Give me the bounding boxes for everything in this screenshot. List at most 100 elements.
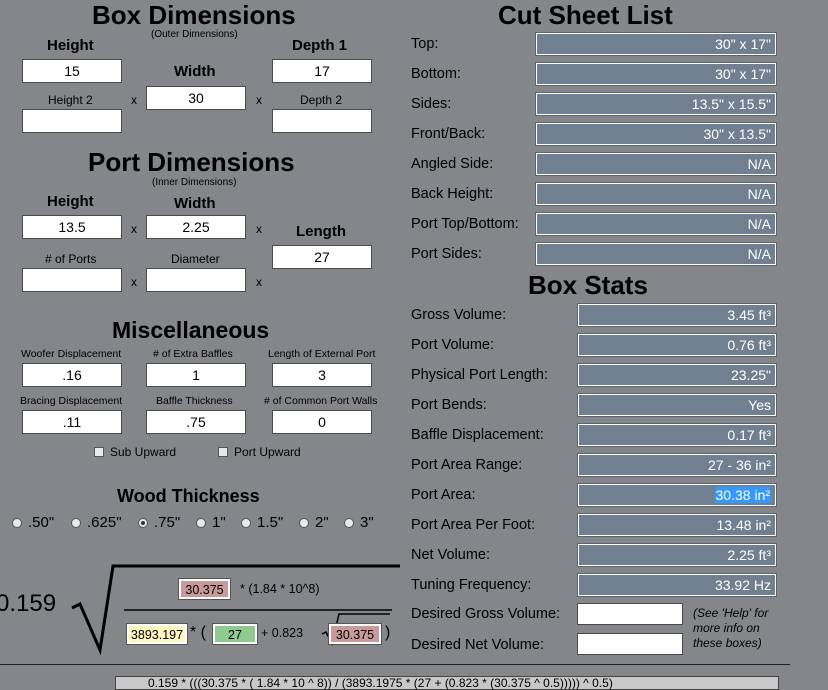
extra-baffles-label: # of Extra Baffles bbox=[153, 348, 233, 360]
box-stat-value[interactable]: Yes bbox=[577, 393, 777, 417]
times-sign: x bbox=[131, 93, 137, 107]
box-stat-value[interactable]: 33.92 Hz bbox=[577, 573, 777, 597]
help-note-line: more info on bbox=[693, 621, 760, 635]
baffle-thickness-input[interactable] bbox=[146, 410, 246, 434]
formula-radical bbox=[71, 564, 400, 656]
extra-baffles-input[interactable] bbox=[146, 363, 246, 387]
box-stat-value[interactable]: 0.17 ft³ bbox=[577, 423, 777, 447]
box-height-label: Height bbox=[47, 37, 94, 54]
cut-sheet-value[interactable]: 30" x 17" bbox=[535, 62, 777, 86]
cut-sheet-label: Back Height: bbox=[411, 186, 494, 202]
formula-open-paren: * ( bbox=[190, 624, 206, 641]
port-dimensions-title: Port Dimensions bbox=[88, 147, 295, 177]
formula-text-output[interactable]: 0.159 * (((30.375 * ( 1.84 * 10 ^ 8)) / … bbox=[115, 676, 779, 690]
wood-option-0625[interactable]: .625" bbox=[71, 514, 122, 531]
cut-sheet-label: Sides: bbox=[411, 96, 452, 112]
box-stat-label: Port Area: bbox=[411, 487, 476, 503]
cut-sheet-value[interactable]: N/A bbox=[535, 182, 777, 206]
common-port-walls-input[interactable] bbox=[272, 410, 372, 434]
cut-sheet-value[interactable]: N/A bbox=[535, 242, 777, 266]
common-port-walls-label: # of Common Port Walls bbox=[264, 395, 378, 407]
wood-option-15[interactable]: 1.5" bbox=[241, 514, 283, 531]
box-stat-value[interactable]: 2.25 ft³ bbox=[577, 543, 777, 567]
radio-icon[interactable] bbox=[241, 517, 251, 528]
woofer-displacement-input[interactable] bbox=[22, 363, 122, 387]
wood-thickness-title: Wood Thickness bbox=[117, 486, 260, 506]
wood-option-label: 2" bbox=[315, 514, 329, 531]
times-sign: x bbox=[256, 275, 262, 289]
port-count-input[interactable] bbox=[22, 268, 122, 292]
port-upward-label: Port Upward bbox=[234, 445, 301, 459]
sub-upward-label: Sub Upward bbox=[110, 445, 177, 459]
cut-sheet-value[interactable]: N/A bbox=[535, 212, 777, 236]
radio-icon[interactable] bbox=[71, 517, 81, 528]
box-height2-input[interactable] bbox=[22, 109, 122, 133]
box-height2-label: Height 2 bbox=[48, 93, 93, 107]
box-stat-value[interactable]: 23.25" bbox=[577, 363, 777, 387]
misc-title: Miscellaneous bbox=[112, 317, 270, 343]
box-stat-label: Port Volume: bbox=[411, 337, 495, 353]
box-stat-label: Port Bends: bbox=[411, 397, 487, 413]
box-depth2-input[interactable] bbox=[272, 109, 372, 133]
port-upward-checkbox[interactable]: Port Upward bbox=[218, 445, 301, 459]
port-dimensions-subtitle: (Inner Dimensions) bbox=[152, 177, 237, 188]
radio-icon[interactable] bbox=[299, 517, 309, 528]
port-height-label: Height bbox=[47, 193, 94, 210]
box-width-input[interactable] bbox=[146, 86, 246, 110]
desired-gross-input[interactable] bbox=[577, 603, 683, 625]
port-width-input[interactable] bbox=[146, 215, 246, 239]
wood-option-050[interactable]: .50" bbox=[12, 514, 54, 531]
wood-option-label: .75" bbox=[154, 514, 181, 531]
cut-sheet-value[interactable]: 30" x 13.5" bbox=[535, 122, 777, 146]
wood-option-2[interactable]: 2" bbox=[299, 514, 329, 531]
wood-option-3[interactable]: 3" bbox=[344, 514, 374, 531]
cut-sheet-label: Angled Side: bbox=[411, 156, 494, 172]
port-width-label: Width bbox=[174, 195, 216, 212]
cut-sheet-label: Bottom: bbox=[411, 66, 461, 82]
port-diameter-label: Diameter bbox=[171, 252, 220, 266]
desired-net-input[interactable] bbox=[577, 633, 683, 655]
box-stat-label: Port Area Per Foot: bbox=[411, 517, 536, 533]
cut-sheet-value[interactable]: 30" x 17" bbox=[535, 32, 777, 56]
box-stat-value[interactable]: 27 - 36 in² bbox=[577, 453, 777, 477]
port-diameter-input[interactable] bbox=[146, 268, 246, 292]
box-stat-value[interactable]: 13.48 in² bbox=[577, 513, 777, 537]
box-stat-label: Gross Volume: bbox=[411, 307, 507, 323]
times-sign: x bbox=[256, 93, 262, 107]
sub-upward-checkbox[interactable]: Sub Upward bbox=[94, 445, 176, 459]
cut-sheet-label: Front/Back: bbox=[411, 126, 486, 142]
checkbox-box[interactable] bbox=[94, 447, 104, 457]
radio-icon[interactable] bbox=[344, 517, 354, 528]
box-stat-value[interactable]: 30.38 in² bbox=[577, 483, 777, 507]
cut-sheet-label: Port Top/Bottom: bbox=[411, 216, 519, 232]
desired-net-label: Desired Net Volume: bbox=[411, 637, 544, 653]
cut-sheet-value[interactable]: 13.5" x 15.5" bbox=[535, 92, 777, 116]
help-note-line: (See 'Help' for bbox=[693, 606, 769, 620]
box-stat-label: Baffle Displacement: bbox=[411, 427, 544, 443]
cut-sheet-value[interactable]: N/A bbox=[535, 152, 777, 176]
port-height-input[interactable] bbox=[22, 215, 122, 239]
box-dimensions-title: Box Dimensions bbox=[92, 0, 296, 30]
port-length-input[interactable] bbox=[272, 245, 372, 269]
wood-option-075[interactable]: .75" bbox=[138, 514, 180, 531]
times-sign: x bbox=[256, 222, 262, 236]
radio-icon[interactable] bbox=[12, 517, 22, 528]
box-stat-value[interactable]: 3.45 ft³ bbox=[577, 303, 777, 327]
box-height-input[interactable] bbox=[22, 59, 122, 83]
cut-sheet-title: Cut Sheet List bbox=[498, 0, 673, 30]
box-depth1-input[interactable] bbox=[272, 59, 372, 83]
bracing-displacement-input[interactable] bbox=[22, 410, 122, 434]
box-depth2-label: Depth 2 bbox=[300, 93, 343, 107]
help-note-line: these boxes) bbox=[693, 636, 762, 650]
external-port-input[interactable] bbox=[272, 363, 372, 387]
wood-option-1[interactable]: 1" bbox=[196, 514, 226, 531]
checkbox-box[interactable] bbox=[218, 447, 228, 457]
radio-selected-icon[interactable] bbox=[138, 517, 148, 528]
port-length-label: Length bbox=[296, 223, 346, 240]
box-stat-value[interactable]: 0.76 ft³ bbox=[577, 333, 777, 357]
box-stat-label: Physical Port Length: bbox=[411, 367, 549, 383]
radio-icon[interactable] bbox=[196, 517, 206, 528]
wood-option-label: 1" bbox=[212, 514, 226, 531]
desired-gross-label: Desired Gross Volume: bbox=[411, 606, 561, 622]
formula-port-area: 30.375 bbox=[178, 578, 231, 600]
